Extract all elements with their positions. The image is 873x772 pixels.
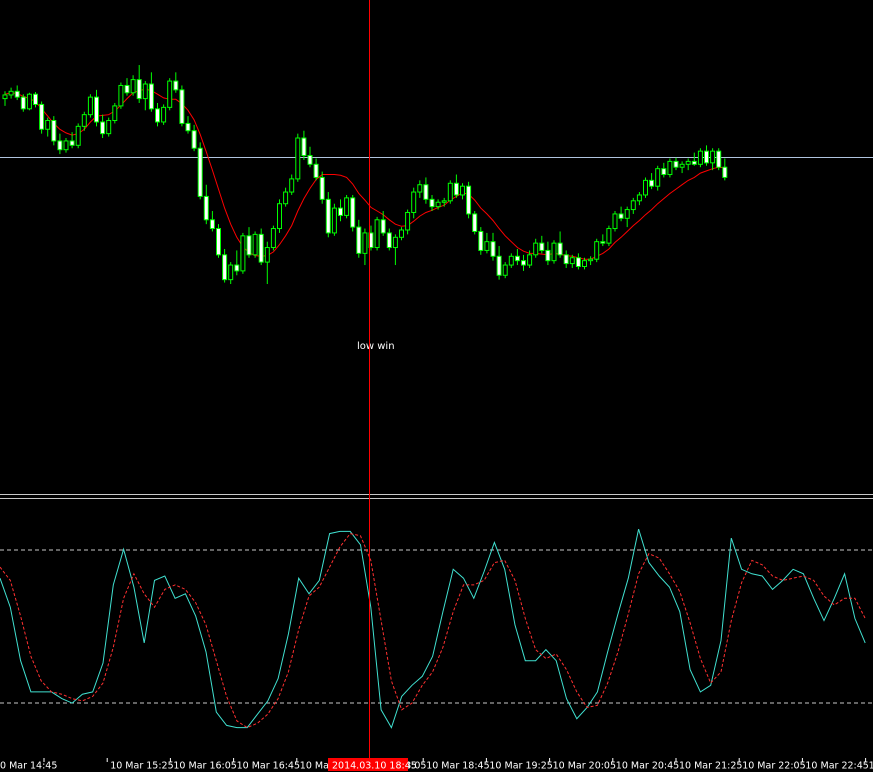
- time-tick-label: 10 Mar 16:45: [237, 761, 300, 772]
- time-tick-label: 10 Mar 16:05: [173, 761, 236, 772]
- time-tick-label: 10 Mar 23:25: [869, 761, 873, 772]
- time-tick-label: 10 Mar 18:45: [426, 761, 489, 772]
- cursor-time-label: 2014.03.10 18:45: [332, 761, 417, 772]
- time-tick-label: 10 Mar 19:25: [489, 761, 552, 772]
- time-tick-label: 0 Mar 14:45: [0, 761, 57, 772]
- time-tick-label: 10 Mar 15:25: [110, 761, 173, 772]
- time-axis: 0 Mar 14:45 10 Mar 15:25 10 Mar 16:05 10 Ma…: [0, 758, 873, 772]
- time-tick-label: 10 Mar 20:05: [553, 761, 616, 772]
- time-tick-label: 10 Mar 20:45: [616, 761, 679, 772]
- chart-window[interactable]: low win 0 Mar 14:45 10 Mar 15:25 10 Mar 16…: [0, 0, 873, 772]
- time-tick-label: 10 Mar 22:45: [805, 761, 868, 772]
- oscillator-signal-line: [0, 533, 866, 729]
- oscillator-main-line: [0, 528, 866, 729]
- time-tick-label: 10 Mar 22:05: [742, 761, 805, 772]
- oscillator-panel[interactable]: 0 Mar 14:45 10 Mar 15:25 10 Mar 16:05 10 Ma…: [0, 0, 873, 772]
- time-tick-label: 10 Mar 21:25: [679, 761, 742, 772]
